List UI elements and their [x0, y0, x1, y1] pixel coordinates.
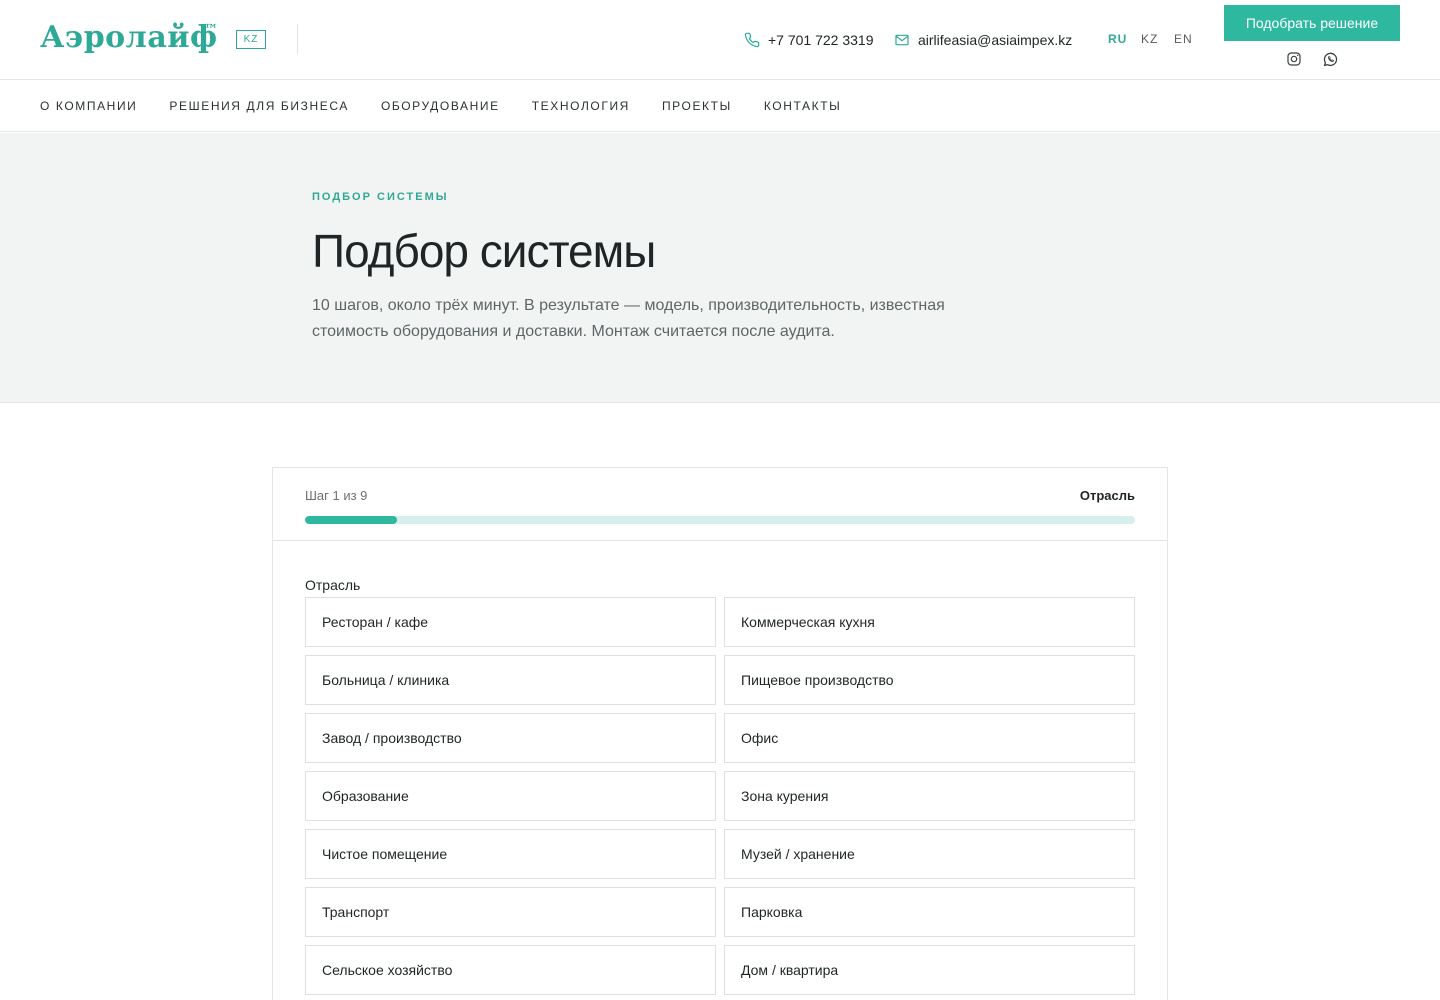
option-office[interactable]: Офис: [724, 713, 1135, 763]
hero-section: ПОДБОР СИСТЕМЫ Подбор системы 10 шагов, …: [0, 133, 1440, 403]
find-solution-button[interactable]: Подобрать решение: [1224, 5, 1400, 41]
step-name: Отрасль: [1079, 488, 1135, 503]
option-agriculture[interactable]: Сельское хозяйство: [305, 945, 716, 995]
option-commercial-kitchen[interactable]: Коммерческая кухня: [724, 597, 1135, 647]
option-smoking-area[interactable]: Зона курения: [724, 771, 1135, 821]
nav-item-about[interactable]: О компании: [40, 99, 137, 113]
phone-icon: [744, 32, 760, 48]
option-education[interactable]: Образование: [305, 771, 716, 821]
step-counter: Шаг 1 из 9: [305, 488, 368, 503]
industry-options: Ресторан / кафе Коммерческая кухня Больн…: [305, 597, 1135, 995]
main-nav: О компании Решения для бизнеса Оборудова…: [0, 81, 1440, 132]
language-switcher: RU KZ EN: [1108, 32, 1207, 46]
lang-kz[interactable]: KZ: [1141, 32, 1174, 46]
nav-item-business-solutions[interactable]: Решения для бизнеса: [169, 99, 349, 113]
email-link[interactable]: airlifeasia@asiaimpex.kz: [894, 30, 1072, 50]
wizard-header: Шаг 1 из 9 Отрасль: [273, 468, 1167, 541]
option-clean-room[interactable]: Чистое помещение: [305, 829, 716, 879]
logo[interactable]: Аэролайф: [40, 18, 218, 58]
email-text: airlifeasia@asiaimpex.kz: [918, 32, 1073, 48]
page-title: Подбор системы: [312, 225, 656, 277]
nav-item-equipment[interactable]: Оборудование: [381, 99, 500, 113]
whatsapp-link[interactable]: [1321, 50, 1339, 68]
wizard-card: Шаг 1 из 9 Отрасль Отрасль Ресторан / ка…: [272, 467, 1168, 1000]
option-parking[interactable]: Парковка: [724, 887, 1135, 937]
instagram-link[interactable]: [1285, 50, 1303, 68]
nav-item-projects[interactable]: Проекты: [662, 99, 732, 113]
phone-link[interactable]: +7 701 722 3319: [744, 30, 874, 50]
region-badge: KZ: [236, 30, 266, 49]
option-factory[interactable]: Завод / производство: [305, 713, 716, 763]
phone-text: +7 701 722 3319: [768, 32, 874, 48]
option-hospital-clinic[interactable]: Больница / клиника: [305, 655, 716, 705]
logo-trademark: ™: [204, 22, 218, 38]
mail-icon: [895, 34, 909, 46]
option-museum-storage[interactable]: Музей / хранение: [724, 829, 1135, 879]
instagram-icon: [1287, 52, 1301, 66]
site-header: Аэролайф ™ KZ +7 701 722 3319 airlifeasi…: [0, 0, 1440, 80]
nav-item-contacts[interactable]: Контакты: [764, 99, 842, 113]
option-food-production[interactable]: Пищевое производство: [724, 655, 1135, 705]
progress-bar-fill: [305, 516, 398, 524]
hero-eyebrow: ПОДБОР СИСТЕМЫ: [312, 191, 449, 203]
lang-ru[interactable]: RU: [1108, 32, 1141, 46]
option-transport[interactable]: Транспорт: [305, 887, 716, 937]
field-label: Отрасль: [305, 577, 361, 593]
hero-subtitle: 10 шагов, около трёх минут. В результате…: [312, 297, 945, 340]
option-home-apartment[interactable]: Дом / квартира: [724, 945, 1135, 995]
option-restaurant-cafe[interactable]: Ресторан / кафе: [305, 597, 716, 647]
progress-bar: [305, 516, 1135, 524]
header-divider: [297, 24, 298, 54]
whatsapp-icon: [1323, 52, 1337, 66]
nav-item-technology[interactable]: Технология: [532, 99, 630, 113]
lang-en[interactable]: EN: [1174, 32, 1207, 46]
